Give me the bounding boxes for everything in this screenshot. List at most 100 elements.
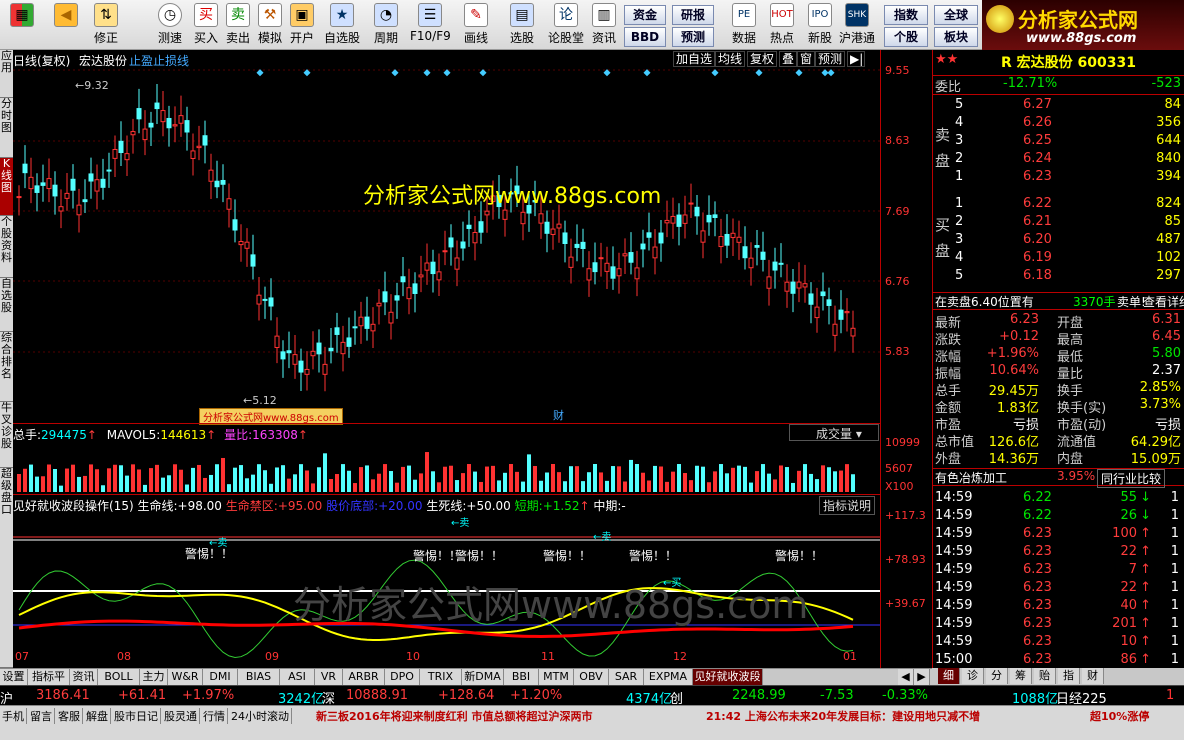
- indicator-tab[interactable]: SAR: [609, 669, 644, 685]
- quote-subtab[interactable]: 财: [1082, 668, 1104, 684]
- scroll-right-icon[interactable]: ▶: [914, 669, 930, 685]
- news-headline[interactable]: 超10%涨停: [1090, 708, 1149, 724]
- window-button[interactable]: 窗: [797, 51, 816, 67]
- forecast-chart-button[interactable]: 预测: [815, 51, 846, 67]
- bid-level-row[interactable]: 3 6.20 487: [933, 232, 1184, 250]
- indicator-tab[interactable]: TRIX: [420, 669, 462, 685]
- left-tab-watchlist[interactable]: 自选股: [0, 278, 13, 332]
- toolbar-open-account[interactable]: ▣ 开户: [282, 2, 322, 48]
- left-tab-profile[interactable]: 个股资料: [0, 216, 13, 278]
- industry-compare-button[interactable]: 同行业比较: [1097, 469, 1166, 488]
- ask-level-row[interactable]: 5 6.27 84: [933, 97, 1184, 115]
- left-tab-ranking[interactable]: 综合排名: [0, 332, 13, 402]
- bid-level-row[interactable]: 2 6.21 85: [933, 214, 1184, 232]
- stock-button[interactable]: 个股: [884, 27, 928, 47]
- ask-level-row[interactable]: 4 6.26 356: [933, 115, 1184, 133]
- scroll-left-icon[interactable]: ◀: [898, 669, 914, 685]
- left-tab-timeshare[interactable]: 分时图: [0, 98, 13, 158]
- sector-button[interactable]: 板块: [934, 27, 978, 47]
- add-watchlist-button[interactable]: 加自选: [673, 51, 716, 67]
- indicator-tab[interactable]: VR: [315, 669, 343, 685]
- chart-area[interactable]: 日线(复权) 宏达股份 止盈止损线 加自选 均线 复权 叠 窗 预测 ▶| ←9…: [13, 50, 880, 668]
- volume-bar: [431, 471, 435, 492]
- ticker-button[interactable]: 股市日记: [112, 708, 161, 724]
- bid-level-row[interactable]: 1 6.22 824: [933, 196, 1184, 214]
- global-button[interactable]: 全球: [934, 5, 978, 25]
- toolbar-stock-filter[interactable]: ▤ 选股: [502, 2, 542, 48]
- indicator-tab[interactable]: W&R: [168, 669, 203, 685]
- expand-icon[interactable]: ▶|: [847, 51, 865, 67]
- indicator-tab[interactable]: ASI: [280, 669, 315, 685]
- quote-subtab[interactable]: 贻: [1034, 668, 1056, 684]
- news-headline[interactable]: 21:42 上海公布未来20年发展目标：建设用地只减不增: [706, 708, 980, 724]
- ask-level-row[interactable]: 2 6.24 840: [933, 151, 1184, 169]
- candle-body: [814, 306, 820, 319]
- funds-button[interactable]: 资金: [624, 5, 666, 25]
- toolbar-windows[interactable]: ▦: [2, 2, 42, 48]
- bid-level-row[interactable]: 5 6.18 297: [933, 268, 1184, 286]
- indicator-tab[interactable]: MTM: [539, 669, 574, 685]
- order-ratio-row: 委比 -12.71% -523: [933, 75, 1184, 95]
- finance-marker[interactable]: 财: [553, 407, 564, 423]
- toolbar-draw[interactable]: ✎ 画线: [456, 2, 496, 48]
- toolbar-hot[interactable]: HOT 热点: [762, 2, 802, 48]
- indicator-tab[interactable]: BIAS: [238, 669, 280, 685]
- ask-level-row[interactable]: 3 6.25 644: [933, 133, 1184, 151]
- forecast-button[interactable]: 预测: [672, 27, 714, 47]
- indicator-tab[interactable]: 主力: [140, 669, 168, 685]
- ask-level-row[interactable]: 1 6.23 394: [933, 169, 1184, 187]
- index-button[interactable]: 指数: [884, 5, 928, 25]
- indicator-explain-button[interactable]: 指标说明: [819, 496, 876, 515]
- ticker-button[interactable]: 行情: [201, 708, 228, 724]
- left-tab-kline[interactable]: K线图: [0, 158, 13, 216]
- left-tab-app[interactable]: 应用: [0, 50, 13, 98]
- quote-subtab[interactable]: 分: [986, 668, 1008, 684]
- indicator-tab[interactable]: 新DMA: [462, 669, 504, 685]
- adjust-button[interactable]: 复权: [747, 51, 778, 67]
- indicator-tab[interactable]: DMI: [203, 669, 238, 685]
- indicator-tab[interactable]: DPO: [385, 669, 420, 685]
- indicator-tab[interactable]: BOLL: [98, 669, 140, 685]
- indicator-tab[interactable]: BBI: [504, 669, 539, 685]
- quote-subtab[interactable]: 指: [1058, 668, 1080, 684]
- toolbar-back[interactable]: ◀: [46, 2, 86, 48]
- quote-subtab[interactable]: 诊: [962, 668, 984, 684]
- ticker-button[interactable]: 客服: [56, 708, 83, 724]
- stoploss-link[interactable]: 止盈止损线: [129, 52, 189, 69]
- view-detail-link[interactable]: 查看详细: [1143, 293, 1184, 310]
- volume-bar: [131, 464, 135, 492]
- toolbar-f10[interactable]: ☰ F10/F9: [410, 2, 451, 48]
- toolbar-news[interactable]: ▥ 资讯: [584, 2, 624, 48]
- indicator-tab[interactable]: 资讯: [70, 669, 98, 685]
- ticker-button[interactable]: 手机: [0, 708, 27, 724]
- bbd-button[interactable]: BBD: [624, 27, 666, 47]
- indicator-tab[interactable]: OBV: [574, 669, 609, 685]
- toolbar-data[interactable]: PE 数据: [724, 2, 764, 48]
- ticker-button[interactable]: 留言: [28, 708, 55, 724]
- indicator-tab[interactable]: ARBR: [343, 669, 385, 685]
- indicator-tab[interactable]: 见好就收波段操作: [693, 669, 763, 699]
- left-tab-super-panel[interactable]: 超级盘口: [0, 468, 13, 668]
- toolbar-revise[interactable]: ⇅ 修正: [86, 2, 126, 48]
- toolbar-period[interactable]: ◔ 周期: [366, 2, 406, 48]
- toolbar-watchlist[interactable]: ★ 自选股: [322, 2, 362, 48]
- research-button[interactable]: 研报: [672, 5, 714, 25]
- indicator-tab[interactable]: 指标平台: [28, 669, 70, 699]
- ticker-button[interactable]: 解盘: [84, 708, 111, 724]
- quote-subtab[interactable]: 筹: [1010, 668, 1032, 684]
- volume-bar: [833, 471, 837, 492]
- ma-button[interactable]: 均线: [715, 51, 746, 67]
- toolbar-hk-connect[interactable]: SHK 沪港通: [834, 2, 880, 48]
- bid-level-row[interactable]: 4 6.19 102: [933, 250, 1184, 268]
- indicator-tab[interactable]: 设置: [0, 669, 28, 685]
- left-tab-diagnose[interactable]: 牛叉诊股: [0, 402, 13, 468]
- indicator-tab[interactable]: EXPMA: [644, 669, 693, 685]
- overlay-button[interactable]: 叠: [779, 51, 798, 67]
- toolbar-forum[interactable]: 论论股堂: [546, 2, 586, 48]
- ticker-button[interactable]: 股灵通: [162, 708, 200, 724]
- toolbar-speed[interactable]: ◷ 测速: [150, 2, 190, 48]
- news-headline[interactable]: 新三板2016年将迎来制度红利 市值总额将超过沪深两市: [316, 708, 592, 724]
- quote-subtab[interactable]: 细: [938, 668, 960, 684]
- ticker-button[interactable]: 24小时滚动: [229, 708, 292, 724]
- volume-dropdown[interactable]: 成交量 ▾: [789, 424, 879, 441]
